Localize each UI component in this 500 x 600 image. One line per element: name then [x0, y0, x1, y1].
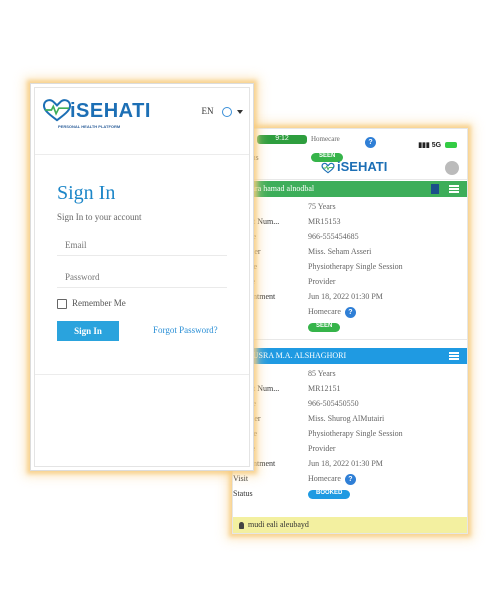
detail-row: Mobile966-555454685: [233, 229, 467, 244]
signin-screen: iSEHATI PERSONAL HEALTH PLATFORM EN Sign…: [30, 83, 254, 471]
detail-value: 75 Years: [308, 202, 336, 211]
detail-value: 85 Years: [308, 369, 336, 378]
sign-in-button[interactable]: Sign In: [57, 321, 119, 341]
detail-row: ProviderMiss. Seham Asseri: [233, 244, 467, 259]
appointment-card-header[interactable]: YUSRA M.A. ALSHAGHORI: [233, 348, 467, 364]
divider: [35, 374, 249, 375]
detail-value: MR15153: [308, 217, 341, 226]
detail-row: Mobile966-505450550: [233, 396, 467, 411]
remember-me-checkbox[interactable]: Remember Me: [57, 298, 126, 309]
menu-icon[interactable]: [449, 352, 459, 360]
detail-row: StatusSEEN: [233, 319, 467, 334]
language-label: EN: [201, 106, 214, 116]
email-field[interactable]: [57, 234, 227, 256]
detail-row: ServicePhysiotherapy Single Session: [233, 259, 467, 274]
forgot-password-link[interactable]: Forgot Password?: [153, 325, 218, 335]
detail-row: VisitHomecare?: [233, 304, 467, 319]
patient-name: YUSRA M.A. ALSHAGHORI: [247, 351, 347, 360]
patient-name: Sara hamad alnodbal: [247, 184, 315, 193]
language-selector[interactable]: EN: [201, 106, 243, 117]
detail-row: Appointment Jun 18, 2022 01:30 PM: [233, 456, 467, 471]
next-card-header[interactable]: mudi eali aleubayd: [233, 517, 467, 533]
heart-logo-icon: [321, 162, 335, 173]
visit-value: Homecare: [311, 135, 340, 143]
detail-row: Visit Homecare?: [233, 471, 467, 486]
status-badge: BOOKED: [308, 489, 351, 499]
signal-icon: ▮▮▮: [418, 142, 430, 149]
heart-logo-icon: [42, 99, 72, 122]
time-badge: 9:12: [257, 135, 307, 144]
detail-value: Homecare: [308, 474, 341, 483]
detail-value: Miss. Seham Asseri: [308, 247, 372, 256]
chevron-down-icon: [237, 109, 243, 114]
help-icon[interactable]: ?: [344, 473, 356, 485]
app-brand: iSEHATI: [337, 159, 388, 174]
detail-row: Status BOOKED: [233, 486, 467, 501]
appointment-card-header[interactable]: Sara hamad alnodbal: [233, 181, 467, 197]
page-subtitle: Sign In to your account: [57, 212, 142, 222]
detail-label: Status: [233, 489, 253, 498]
detail-value: Miss. Shurog AlMutairi: [308, 414, 385, 423]
page-title: Sign In: [57, 182, 116, 204]
appointments-screen: ▮▮▮ 5G 9:12 Homecare ? Status SEEN iSEHA…: [232, 128, 468, 534]
app-logo: iSEHATI: [321, 159, 387, 174]
detail-value: Physiotherapy Single Session: [308, 429, 403, 438]
detail-row: Age85 Years: [233, 366, 467, 381]
help-icon[interactable]: ?: [344, 306, 356, 318]
detail-row: ProviderMiss. Shurog AlMutairi: [233, 411, 467, 426]
battery-icon: [445, 142, 457, 149]
app-brand: iSEHATI: [70, 100, 151, 122]
detail-value: Jun 18, 2022 01:30 PM: [308, 459, 383, 468]
password-field[interactable]: [57, 266, 227, 288]
avatar[interactable]: [445, 161, 459, 175]
detail-label: Visit: [233, 474, 249, 483]
detail-row: Patient Num... MR15153: [233, 214, 467, 229]
checkbox-icon[interactable]: [57, 298, 67, 309]
network-label: 5G: [431, 142, 442, 149]
help-icon[interactable]: ?: [365, 137, 376, 148]
divider: [35, 154, 249, 155]
detail-value: 966-505450550: [308, 399, 359, 408]
patient-name: mudi eali aleubayd: [248, 520, 309, 529]
detail-value: Homecare: [308, 307, 341, 316]
divider: [233, 179, 467, 180]
detail-value: 966-555454685: [308, 232, 359, 241]
globe-icon: [221, 106, 232, 117]
detail-value: Provider: [308, 277, 336, 286]
menu-icon[interactable]: [449, 185, 459, 193]
document-icon[interactable]: [431, 184, 439, 194]
status-badge: SEEN: [308, 322, 341, 332]
detail-row: Age75 Years: [233, 199, 467, 214]
detail-row: SourceProvider: [233, 441, 467, 456]
detail-value: Jun 18, 2022 01:30 PM: [308, 292, 383, 301]
detail-row: SourceProvider: [233, 274, 467, 289]
divider: [233, 339, 467, 340]
status-bar: ▮▮▮ 5G: [418, 141, 457, 149]
app-tagline: PERSONAL HEALTH PLATFORM: [58, 124, 121, 129]
detail-value: Provider: [308, 444, 336, 453]
detail-row: Patient Num... MR12151: [233, 381, 467, 396]
remember-me-label: Remember Me: [72, 298, 126, 308]
detail-value: Physiotherapy Single Session: [308, 262, 403, 271]
person-icon: [239, 521, 244, 529]
detail-row: ServicePhysiotherapy Single Session: [233, 426, 467, 441]
detail-value: MR12151: [308, 384, 341, 393]
detail-row: Appointment Jun 18, 2022 01:30 PM: [233, 289, 467, 304]
